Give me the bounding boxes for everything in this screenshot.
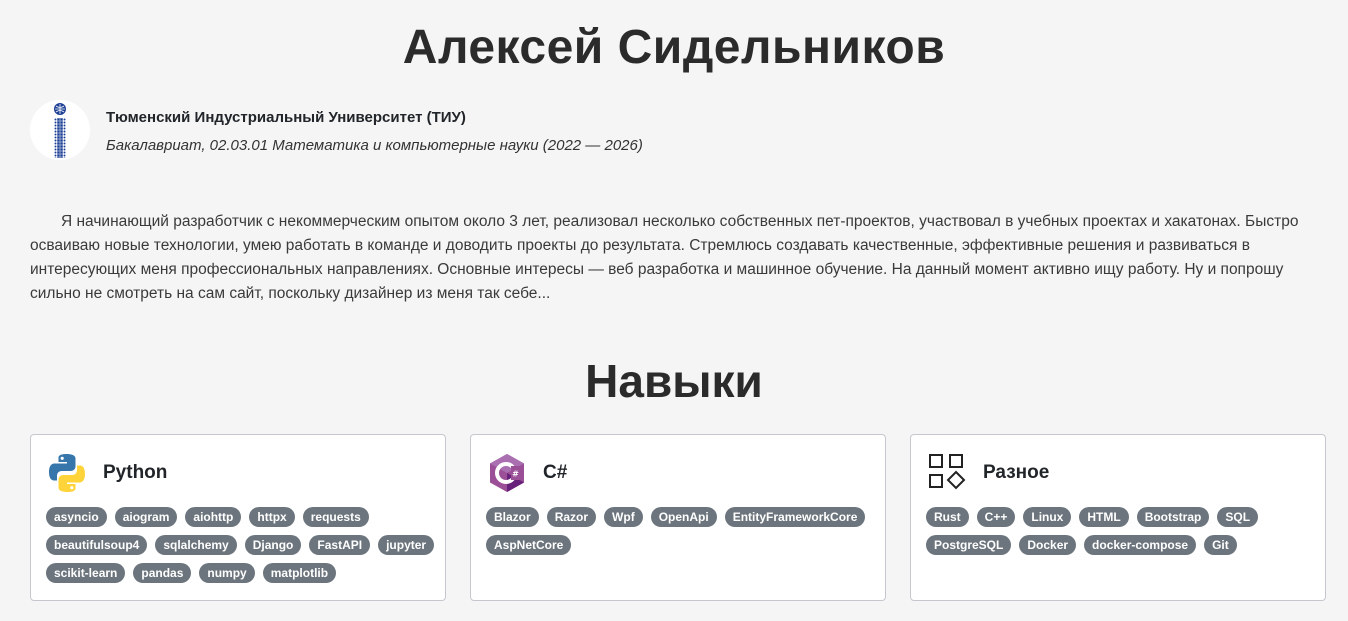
skill-card-python: Python asyncio aiogram aiohttp httpx req…: [30, 434, 446, 601]
skill-tag: Wpf: [604, 507, 643, 527]
skill-tag: Bootstrap: [1136, 507, 1210, 527]
skill-tag: aiogram: [114, 507, 178, 527]
skill-tag: AspNetCore: [486, 535, 572, 555]
skill-card-csharp: # C# Blazor Razor Wpf OpenApi EntityFram…: [470, 434, 886, 601]
python-logo-icon: [46, 452, 88, 494]
university-name: Тюменский Индустриальный Университет (ТИ…: [106, 109, 466, 126]
skill-card-title: Python: [103, 462, 168, 483]
skill-tag: Git: [1204, 535, 1237, 555]
skill-tag: EntityFrameworkCore: [724, 507, 866, 527]
skill-tag: jupyter: [378, 535, 435, 555]
skill-tag: docker-compose: [1084, 535, 1197, 555]
skill-tag: C++: [976, 507, 1016, 527]
skill-tag: OpenApi: [650, 507, 717, 527]
skill-card-title: Разное: [983, 462, 1050, 483]
skill-tag: scikit-learn: [46, 563, 126, 583]
skill-tag: Rust: [926, 507, 969, 527]
skill-card-misc: Разное Rust C++ Linux HTML Bootstrap SQL…: [910, 434, 1326, 601]
profile-name: Алексей Сидельников: [402, 21, 946, 74]
skill-tag: asyncio: [46, 507, 107, 527]
skills-heading: Навыки: [585, 355, 763, 407]
skill-tag: matplotlib: [262, 563, 337, 583]
skill-tag: Razor: [546, 507, 597, 527]
skill-tag: Linux: [1023, 507, 1072, 527]
svg-text:#: #: [512, 470, 519, 479]
degree-info: Бакалавриат, 02.03.01 Математика и компь…: [106, 137, 643, 154]
skill-tag: numpy: [199, 563, 255, 583]
university-logo-icon: [30, 100, 90, 160]
skill-tag: SQL: [1217, 507, 1259, 527]
skill-tag: sqlalchemy: [155, 535, 237, 555]
skill-card-title: C#: [543, 462, 568, 483]
skill-tag: FastAPI: [309, 535, 371, 555]
skill-tag: beautifulsoup4: [46, 535, 148, 555]
skill-tag: httpx: [249, 507, 295, 527]
skill-tags: Rust C++ Linux HTML Bootstrap SQL Postgr…: [926, 507, 1316, 555]
skill-tags: Blazor Razor Wpf OpenApi EntityFramework…: [486, 507, 876, 555]
csharp-logo-icon: #: [486, 452, 528, 494]
skill-tag: requests: [302, 507, 369, 527]
skill-tag: aiohttp: [185, 507, 242, 527]
about-text: Я начинающий разработчик с некоммерчески…: [30, 213, 1299, 302]
skill-tag: PostgreSQL: [926, 535, 1012, 555]
skill-tag: Blazor: [486, 507, 539, 527]
skill-tag: HTML: [1079, 507, 1129, 527]
skill-tag: Docker: [1019, 535, 1077, 555]
skill-tag: pandas: [133, 563, 192, 583]
education-block: Тюменский Индустриальный Университет (ТИ…: [30, 100, 830, 162]
skill-tags: asyncio aiogram aiohttp httpx requests b…: [46, 507, 436, 583]
shapes-icon: [926, 452, 968, 494]
skill-tag: Django: [244, 535, 302, 555]
